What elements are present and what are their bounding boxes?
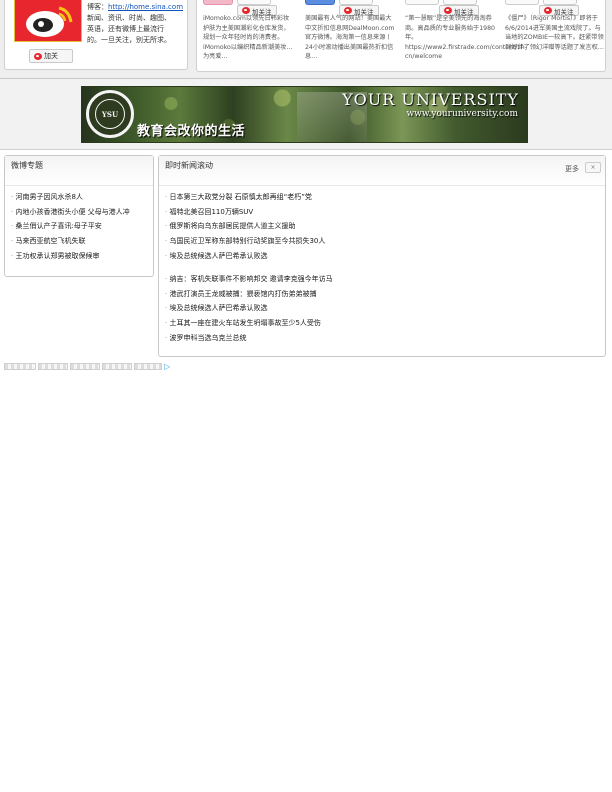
news-link[interactable]: 港武打演员王龙威被捕：猥亵馆内打伤弟弟被捕 [165,287,595,302]
topic-link[interactable]: 王功权承认郑男被取保候审 [11,249,151,264]
ad-strip[interactable]: ▷ [4,363,188,371]
account-avatar[interactable] [405,0,439,5]
panel-title: 即时新闻滚动 [165,161,213,170]
banner-university-name: YOUR UNIVERSITY [342,90,519,109]
news-link[interactable]: 乌国民近卫军称东部特别行动奖旗至今共损失30人 [165,234,595,249]
ad-thumbnail[interactable] [102,363,132,370]
intro-line: 新闻、资讯、时尚、趣图、 [87,14,171,22]
university-banner-ad[interactable]: YSU YOUR UNIVERSITY www.youruniversity.c… [81,86,528,143]
news-link[interactable]: 日本第三大政党分裂 石原慎太郎再组“老朽”党 [165,190,595,205]
news-link[interactable]: 埃及总统候选人萨巴希承认败选 [165,249,595,264]
university-seal-icon: YSU [86,90,134,138]
panel-header: 即时新闻滚动 更多 × [159,156,605,186]
news-link[interactable]: 纳吉：客机失联事件不影响邦交 邀请李克强今年访马 [165,272,595,287]
topic-link[interactable]: 马来西亚航空飞机失联 [11,234,151,249]
news-link[interactable]: 土耳其一座在建火车站发生坍塌事故至少5人受伤 [165,316,595,331]
weibo-icon [544,7,552,14]
close-button[interactable]: × [585,162,601,173]
news-link[interactable]: 波罗申科当选乌克兰总统 [165,331,595,346]
news-list: 日本第三大政党分裂 石原慎太郎再组“老朽”党 福特北美召回110万辆SUV 俄罗… [165,190,595,263]
intro-line: 的。一旦关注，别无所求。 [87,36,171,44]
news-link[interactable]: 俄罗斯将向乌东部居民提供人道主义援助 [165,219,595,234]
follow-button[interactable]: 加关 [29,49,73,63]
weibo-icon [34,52,42,60]
feed-text: 美国最有人气的网站！美国最大中文折扣信息网DealMoon.com官方微博。海淘… [305,15,395,60]
topic-link[interactable]: 桑兰俏认产子喜讯:母子平安 [11,219,151,234]
ad-thumbnail[interactable] [134,363,162,370]
weibo-logo[interactable] [14,0,82,42]
weibo-eye-icon [26,6,73,37]
ad-thumbnail[interactable] [4,363,36,370]
feed-item: 加关注 美国最有人气的网站！美国最大中文折扣信息网DealMoon.com官方微… [299,0,397,70]
ad-thumbnail[interactable] [38,363,68,370]
banner-url: www.youruniversity.com [406,109,518,119]
more-link[interactable]: 更多 [565,164,579,174]
weibo-icon [344,7,352,14]
recommended-accounts: 加关注 iMomoko.com以领先日韩彩妆护肤为主美国潮彩化仓库发货，规划一众… [196,0,606,72]
account-avatar[interactable] [505,0,539,5]
top-feed-strip: 博客：http://home.sina.com 新闻、资讯、时尚、趣图、 英语，… [0,0,612,78]
topic-link[interactable]: 内地小孩香港街头小便 父母与港人冲 [11,205,151,220]
intro-blog-label: 博客： [87,3,108,11]
feed-item: 加关注 《僵尸》（Rigor Mortis）》即将于6/6/2014进军美国主流… [499,0,605,70]
weibo-icon [444,7,452,14]
account-avatar[interactable] [203,0,233,5]
banner-slogan: 教育会改你的生活 [137,124,246,139]
account-avatar[interactable] [305,0,335,5]
panel-title: 微博专题 [11,161,43,170]
topic-list: 河南男子因风水杀8人 内地小孩香港街头小便 父母与港人冲 桑兰俏认产子喜讯:母子… [11,190,151,263]
news-list: 纳吉：客机失联事件不影响邦交 邀请李克强今年访马 港武打演员王龙威被捕：猥亵馆内… [165,272,595,345]
follow-label: 加关 [44,52,58,60]
seal-text: YSU [95,99,125,129]
feed-text: iMomoko.com以领先日韩彩妆护肤为主美国潮彩化仓库发货，规划一众年轻时尚… [203,15,293,60]
divider [0,149,612,150]
intro-line: 英语，还有微博上最流行 [87,25,164,33]
blog-link[interactable]: http://home.sina.com [108,3,183,11]
feed-text: “第一慧眼”是全美领先的海淘券商。高品质的专业服务始于1980年。https:/… [405,15,527,60]
feed-item: 加关注 iMomoko.com以领先日韩彩妆护肤为主美国潮彩化仓库发货，规划一众… [197,0,295,70]
feed-text: 《僵尸》（Rigor Mortis）》即将于6/6/2014进军美国主流戏院了。… [505,15,604,51]
news-ticker-panel: 即时新闻滚动 更多 × 日本第三大政党分裂 石原慎太郎再组“老朽”党 福特北美召… [158,155,606,357]
sina-account-card: 博客：http://home.sina.com 新闻、资讯、时尚、趣图、 英语，… [4,0,188,70]
ad-thumbnail[interactable] [70,363,100,370]
panel-header: 微博专题 [5,156,153,186]
account-intro: 博客：http://home.sina.com 新闻、资讯、时尚、趣图、 英语，… [87,2,191,46]
weibo-icon [242,7,250,14]
weibo-topics-panel: 微博专题 河南男子因风水杀8人 内地小孩香港街头小便 父母与港人冲 桑兰俏认产子… [4,155,154,277]
news-link[interactable]: 埃及总统候选人萨巴希承认败选 [165,301,595,316]
topic-link[interactable]: 河南男子因风水杀8人 [11,190,151,205]
news-link[interactable]: 福特北美召回110万辆SUV [165,205,595,220]
feed-item: 加关注 “第一慧眼”是全美领先的海淘券商。高品质的专业服务始于1980年。htt… [399,0,527,70]
adchoices-icon[interactable]: ▷ [164,363,174,371]
